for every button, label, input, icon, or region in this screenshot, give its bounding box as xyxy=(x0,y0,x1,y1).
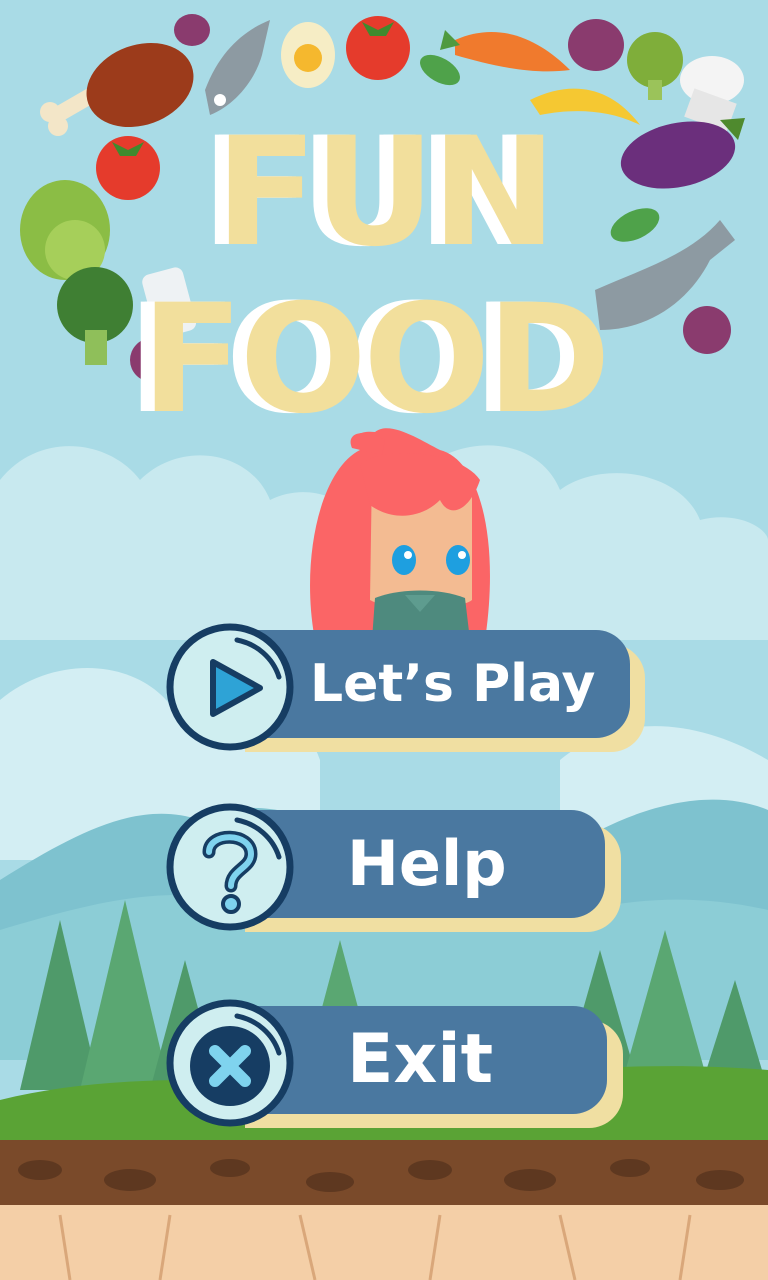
lets-play-label: Let’s Play xyxy=(310,654,596,714)
rock-layer xyxy=(0,1205,768,1280)
play-icon xyxy=(166,623,294,751)
onion-icon xyxy=(568,19,624,71)
game-title-line-2: FOOD xyxy=(140,273,611,447)
help-label: Help xyxy=(347,827,507,900)
game-title-line-1: FUN xyxy=(215,106,557,280)
egg-icon xyxy=(281,22,335,88)
question-icon xyxy=(166,803,294,931)
tomato-icon xyxy=(346,16,410,80)
onion-icon xyxy=(174,14,210,46)
exit-label: Exit xyxy=(347,1020,494,1099)
close-icon xyxy=(166,999,294,1127)
